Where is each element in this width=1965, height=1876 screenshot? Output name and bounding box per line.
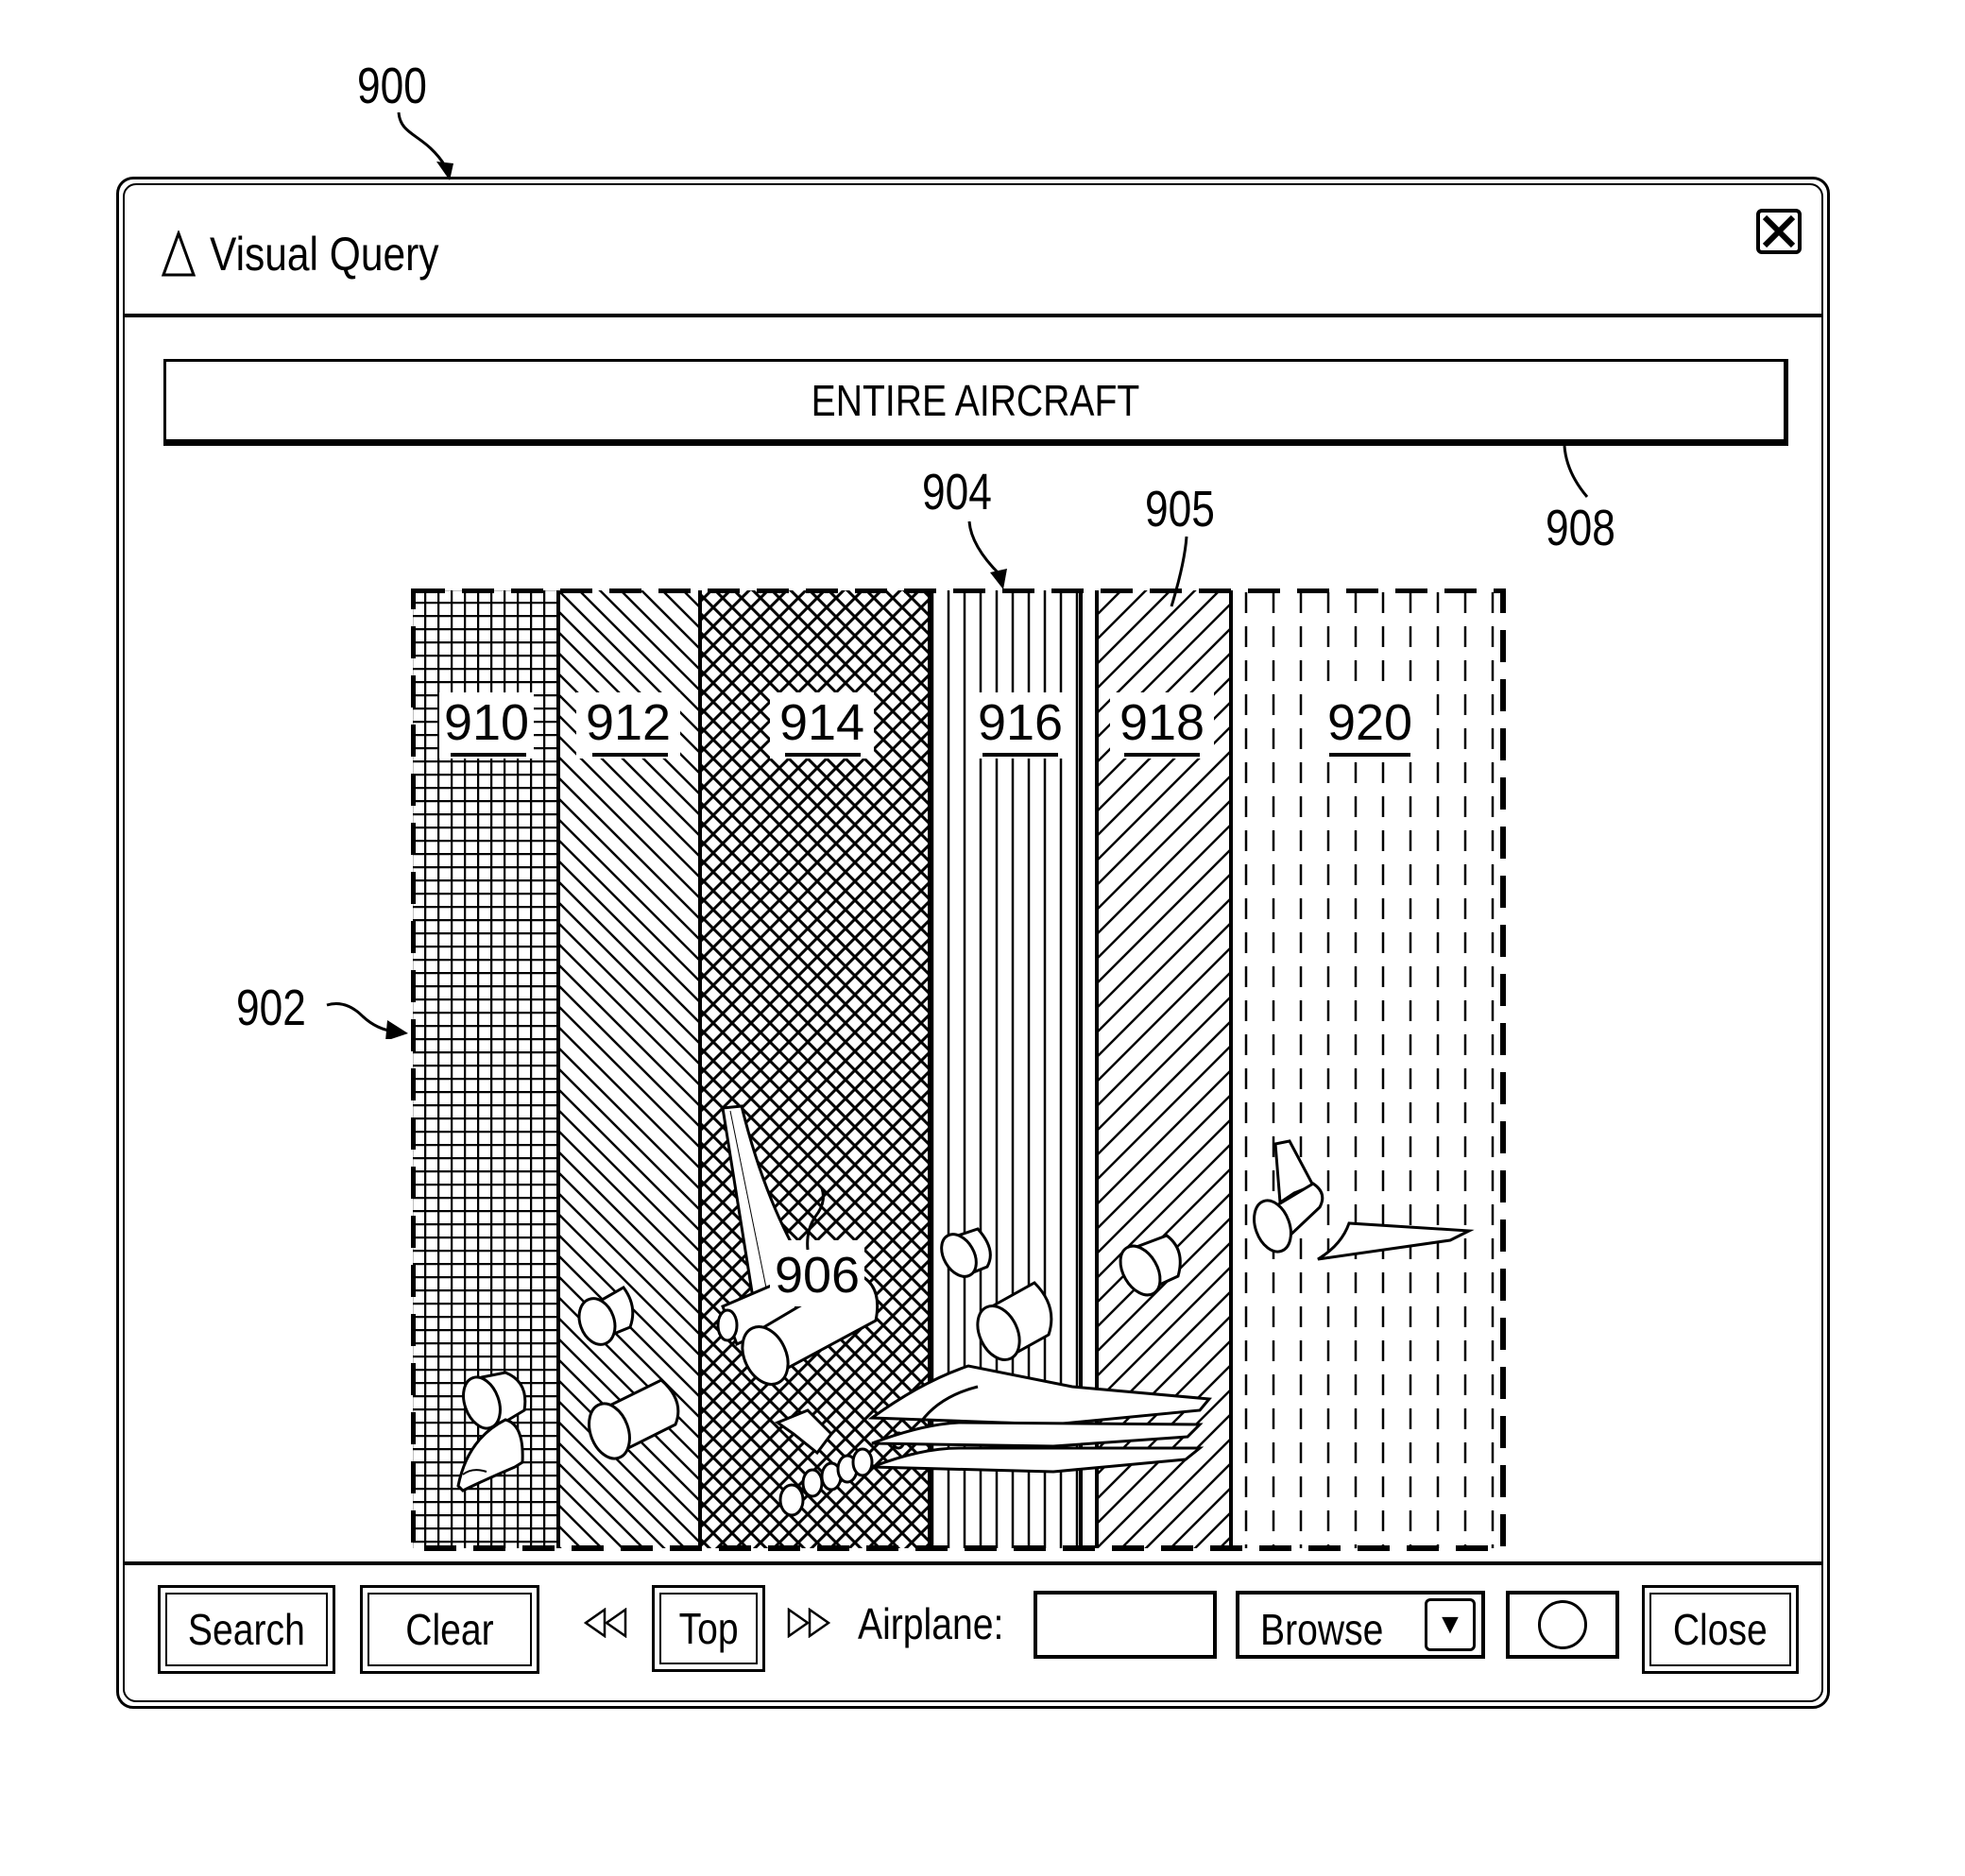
title-bar: Visual Query: [125, 185, 1821, 317]
rewind-icon[interactable]: [584, 1608, 629, 1638]
ref-908: 908: [1546, 500, 1615, 556]
browse-value: Browse: [1260, 1605, 1384, 1654]
fast-forward-icon[interactable]: [785, 1608, 830, 1638]
leader-905: [1170, 536, 1188, 607]
toolbar-divider: [125, 1561, 1821, 1565]
entire-aircraft-button[interactable]: ENTIRE AIRCRAFT: [163, 359, 1788, 446]
window-title: Visual Query: [210, 228, 439, 281]
triangle-icon: [161, 230, 196, 277]
browse-dropdown[interactable]: Browse ▼: [1236, 1591, 1485, 1659]
sector-label-918: 918: [1119, 694, 1205, 751]
sector-label-914: 914: [779, 694, 864, 751]
search-label: Search: [188, 1605, 305, 1654]
close-button[interactable]: Close: [1642, 1585, 1799, 1674]
ref-902: 902: [236, 980, 306, 1036]
ref-900: 900: [357, 58, 427, 114]
airplane-input[interactable]: [1034, 1591, 1217, 1659]
sector-label-920: 920: [1327, 694, 1412, 751]
ref-904: 904: [922, 464, 992, 520]
window-frame: Visual Query ENTIRE AIRCRAFT 910 912 914…: [123, 183, 1823, 1702]
leader-904-arrow: [967, 520, 1007, 589]
scope-label: ENTIRE AIRCRAFT: [811, 376, 1139, 425]
search-button[interactable]: Search: [158, 1585, 335, 1674]
ref-905: 905: [1145, 481, 1215, 537]
leader-900-arrow: [397, 111, 453, 180]
ref-906: 906: [775, 1247, 860, 1304]
close-x-icon[interactable]: [1755, 208, 1803, 255]
top-label: Top: [678, 1604, 739, 1653]
sector-label-912: 912: [586, 694, 671, 751]
sector-label-910: 910: [444, 694, 529, 751]
sector-panel: 910 912 914 916 918 920 906: [411, 588, 1506, 1551]
airplane-label: Airplane:: [858, 1599, 1004, 1648]
circle-radio-button[interactable]: [1506, 1591, 1619, 1659]
clear-label: Clear: [405, 1605, 494, 1654]
close-label: Close: [1673, 1605, 1768, 1654]
top-button[interactable]: Top: [652, 1585, 765, 1672]
clear-button[interactable]: Clear: [360, 1585, 539, 1674]
sector-label-916: 916: [978, 694, 1063, 751]
visual-query-window: Visual Query ENTIRE AIRCRAFT 910 912 914…: [116, 177, 1830, 1709]
leader-902-arrow: [326, 1002, 408, 1039]
dropdown-arrow-icon[interactable]: ▼: [1425, 1598, 1476, 1651]
leader-908: [1563, 445, 1589, 498]
circle-radio-icon: [1538, 1600, 1587, 1649]
